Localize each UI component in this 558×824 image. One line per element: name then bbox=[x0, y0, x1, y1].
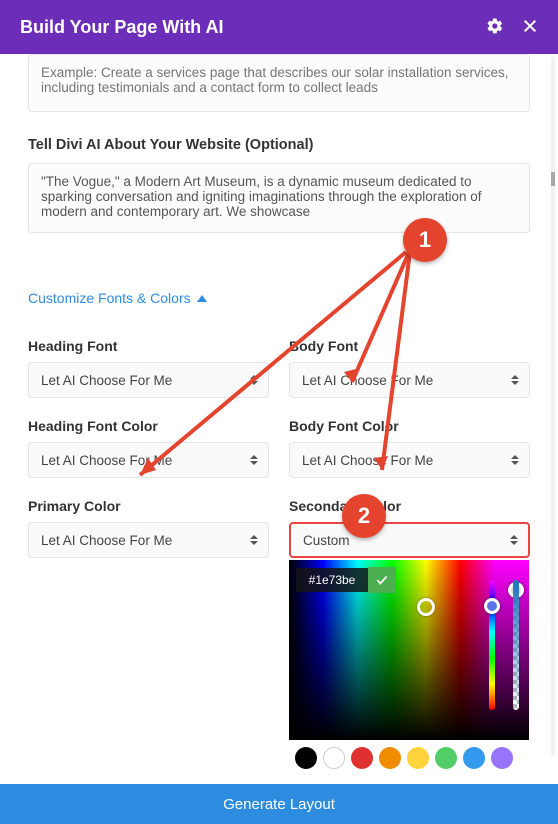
gear-icon[interactable] bbox=[486, 17, 504, 38]
modal-header: Build Your Page With AI bbox=[0, 0, 558, 54]
modal-title: Build Your Page With AI bbox=[20, 17, 224, 38]
hex-input-group bbox=[296, 567, 396, 593]
select-value: Let AI Choose For Me bbox=[41, 533, 172, 548]
color-swatch[interactable] bbox=[323, 747, 345, 769]
heading-font-color-select[interactable]: Let AI Choose For Me bbox=[28, 442, 269, 478]
hex-confirm-button[interactable] bbox=[368, 567, 396, 593]
color-cursor-icon[interactable] bbox=[417, 598, 435, 616]
alpha-slider[interactable] bbox=[513, 580, 519, 710]
heading-font-color-label: Heading Font Color bbox=[28, 418, 269, 434]
hue-slider[interactable] bbox=[489, 580, 495, 710]
color-swatch[interactable] bbox=[407, 747, 429, 769]
select-arrows-icon bbox=[511, 455, 519, 465]
select-arrows-icon bbox=[510, 535, 518, 545]
color-swatch[interactable] bbox=[351, 747, 373, 769]
body-font-label: Body Font bbox=[289, 338, 530, 354]
select-arrows-icon bbox=[250, 455, 258, 465]
select-value: Let AI Choose For Me bbox=[41, 373, 172, 388]
page-prompt-textarea[interactable] bbox=[28, 54, 530, 112]
color-swatches bbox=[289, 740, 529, 769]
close-icon[interactable] bbox=[522, 18, 538, 37]
select-arrows-icon bbox=[511, 375, 519, 385]
body-font-select[interactable]: Let AI Choose For Me bbox=[289, 362, 530, 398]
body-font-color-select[interactable]: Let AI Choose For Me bbox=[289, 442, 530, 478]
hue-slider-handle[interactable] bbox=[484, 598, 500, 614]
heading-font-label: Heading Font bbox=[28, 338, 269, 354]
color-swatch[interactable] bbox=[295, 747, 317, 769]
color-swatch[interactable] bbox=[491, 747, 513, 769]
color-swatch[interactable] bbox=[463, 747, 485, 769]
alpha-slider-handle[interactable] bbox=[508, 582, 524, 598]
about-website-textarea[interactable] bbox=[28, 163, 530, 233]
select-value: Let AI Choose For Me bbox=[41, 453, 172, 468]
secondary-color-select[interactable]: Custom bbox=[289, 522, 530, 558]
primary-color-label: Primary Color bbox=[28, 498, 269, 514]
color-picker bbox=[289, 560, 529, 769]
select-value: Let AI Choose For Me bbox=[302, 453, 433, 468]
select-arrows-icon bbox=[250, 375, 258, 385]
customize-fonts-colors-toggle[interactable]: Customize Fonts & Colors bbox=[28, 290, 207, 306]
generate-layout-button[interactable]: Generate Layout bbox=[0, 784, 558, 824]
secondary-color-label: Secondary Color bbox=[289, 498, 530, 514]
footer-button-label: Generate Layout bbox=[223, 796, 335, 813]
color-swatch[interactable] bbox=[435, 747, 457, 769]
chevron-up-icon bbox=[197, 295, 207, 302]
hex-input[interactable] bbox=[296, 568, 368, 592]
select-value: Custom bbox=[303, 533, 350, 548]
about-website-label: Tell Divi AI About Your Website (Optiona… bbox=[28, 137, 530, 153]
customize-label: Customize Fonts & Colors bbox=[28, 290, 191, 306]
select-value: Let AI Choose For Me bbox=[302, 373, 433, 388]
color-swatch[interactable] bbox=[379, 747, 401, 769]
select-arrows-icon bbox=[250, 535, 258, 545]
body-font-color-label: Body Font Color bbox=[289, 418, 530, 434]
header-actions bbox=[486, 17, 538, 38]
heading-font-select[interactable]: Let AI Choose For Me bbox=[28, 362, 269, 398]
color-gradient-area[interactable] bbox=[289, 560, 529, 740]
primary-color-select[interactable]: Let AI Choose For Me bbox=[28, 522, 269, 558]
